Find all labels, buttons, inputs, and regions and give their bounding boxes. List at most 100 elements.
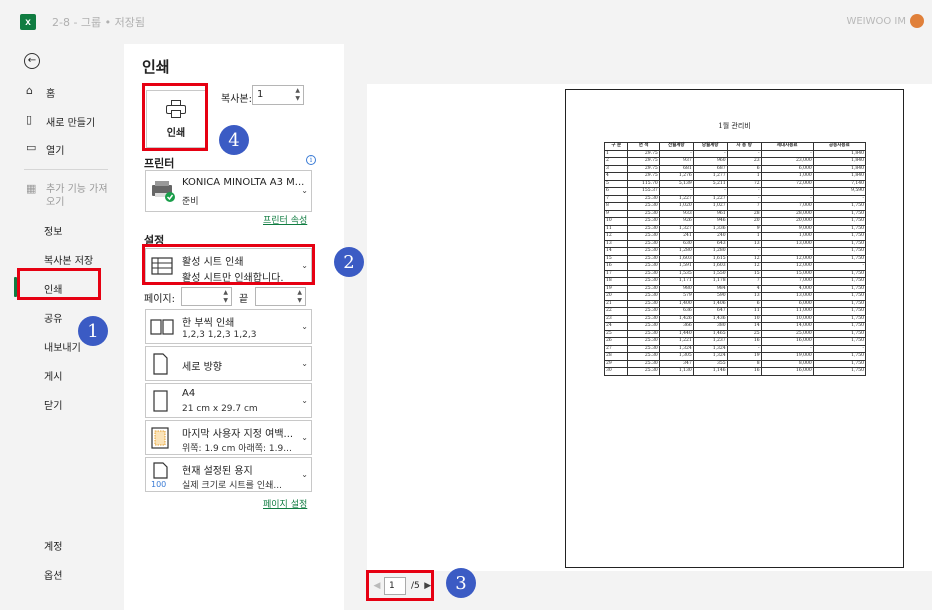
sidebar-item-share[interactable]: 공유 <box>44 310 62 325</box>
table-cell: 29.75 <box>627 172 660 181</box>
step-badge-4: 4 <box>219 125 249 155</box>
table-cell: 1,277 <box>692 172 728 181</box>
table-row: 14 25.30 1,280 1,280- -1,750 <box>603 247 867 256</box>
paper-size-icon <box>153 389 168 412</box>
table-cell: 20,000 <box>760 217 814 226</box>
sidebar-item-export[interactable]: 내보내기 <box>44 339 81 354</box>
print-what-dropdown[interactable]: 활성 시트 인쇄 활성 시트만 인쇄합니다. ⌄ <box>145 248 312 284</box>
collate-dropdown[interactable]: 한 부씩 인쇄 1,2,3 1,2,3 1,2,3 ⌄ <box>145 309 312 344</box>
table-cell: 1,305 <box>658 352 694 361</box>
addins-icon: ▦ <box>26 182 37 195</box>
table-cell: - <box>812 262 867 271</box>
table-cell: 1,324 <box>658 344 694 353</box>
table-cell: 1,750 <box>812 337 867 346</box>
table-cell: 590 <box>692 292 728 301</box>
current-page-input[interactable]: 1 <box>384 577 406 595</box>
paper-size-dropdown[interactable]: A4 21 cm x 29.7 cm ⌄ <box>145 383 312 418</box>
table-cell: 29.75 <box>627 164 660 173</box>
spin-arrows-icon[interactable]: ▲ ▼ <box>223 289 228 305</box>
spin-arrows-icon[interactable]: ▲ ▼ <box>297 289 302 305</box>
user-account[interactable]: WEIWOO IM <box>846 14 924 28</box>
sidebar-item-label: 홈 <box>46 89 56 100</box>
table-cell: 643 <box>692 239 728 248</box>
prev-page-icon[interactable]: ◀ <box>372 581 382 591</box>
excel-app-icon: x <box>20 14 36 30</box>
table-cell: 155.37 <box>627 187 660 196</box>
table-row: 21 25.30 1,400 1,406 6 6,000 1,750 <box>603 299 867 308</box>
table-cell: 10 <box>603 217 629 226</box>
sidebar-item-print[interactable]: 인쇄 <box>44 281 62 296</box>
table-cell: 16 <box>603 262 629 271</box>
table-cell: 19 <box>726 352 762 361</box>
margins-dropdown[interactable]: 마지막 사용자 지정 여백... 위쪽: 1.9 cm 아래쪽: 1.9... … <box>145 420 312 455</box>
printer-device-icon <box>152 181 175 202</box>
sidebar-item-open[interactable]: ▭ 열기 <box>26 141 64 158</box>
table-cell: 4,000 <box>760 284 814 293</box>
info-icon[interactable]: i <box>306 155 316 165</box>
table-cell: 25.30 <box>627 254 660 263</box>
table-cell: 23 <box>603 314 629 323</box>
folder-icon: ▭ <box>26 141 37 154</box>
print-button[interactable]: 인쇄 <box>146 90 206 148</box>
table-cell: 1,840 <box>812 164 867 173</box>
page-to-input[interactable]: ▲ ▼ <box>255 287 306 306</box>
table-cell: 241 <box>658 232 694 241</box>
table-cell: 19 <box>603 284 629 293</box>
table-cell: 25.30 <box>627 239 660 248</box>
page-from-input[interactable]: ▲ ▼ <box>181 287 232 306</box>
table-cell: 1,840 <box>812 149 867 158</box>
printer-dropdown[interactable]: KONICA MINOLTA A3 M... 준비 ⌄ <box>145 170 312 212</box>
printer-properties-link[interactable]: 프린터 속성 <box>263 213 307 226</box>
chevron-down-icon: ⌄ <box>301 261 308 270</box>
sidebar-item-account[interactable]: 계정 <box>44 538 62 553</box>
sidebar-item-save-copy[interactable]: 복사본 저장 <box>44 252 93 267</box>
next-page-icon[interactable]: ▶ <box>423 581 433 591</box>
table-cell: - <box>812 344 867 353</box>
table-cell: 6 <box>726 299 762 308</box>
copies-stepper[interactable]: 1 ▲ ▼ <box>252 85 304 105</box>
table-cell: 16 <box>726 367 762 376</box>
table-cell: - <box>760 194 814 203</box>
table-cell: 15 <box>603 254 629 263</box>
back-arrow-icon[interactable]: ← <box>24 53 40 69</box>
table-cell: 1,221 <box>658 337 694 346</box>
table-cell: 22 <box>603 307 629 316</box>
table-cell: 1,603 <box>658 254 694 263</box>
table-cell: 1,324 <box>692 352 728 361</box>
margins-desc: 위쪽: 1.9 cm 아래쪽: 1.9... <box>182 444 292 454</box>
table-cell: 19,000 <box>760 352 814 361</box>
table-cell: 1,400 <box>658 299 694 308</box>
sidebar-item-label: 새로 만들기 <box>46 118 96 129</box>
scaling-dropdown[interactable]: 100 현재 설정된 용지 실제 크기로 시트를 인쇄... ⌄ <box>145 457 312 492</box>
sidebar-item-info[interactable]: 정보 <box>44 223 62 238</box>
sidebar-item-home[interactable]: ⌂ 홈 <box>26 85 56 101</box>
sidebar-item-options[interactable]: 옵션 <box>44 567 62 582</box>
table-cell: 7,140 <box>812 179 867 188</box>
table-cell: 1,336 <box>692 224 728 233</box>
sidebar-item-close[interactable]: 닫기 <box>44 397 62 412</box>
table-cell: 1,327 <box>658 224 694 233</box>
table-cell: 1 <box>603 149 629 158</box>
table-cell: 961 <box>692 209 728 218</box>
page-setup-link[interactable]: 페이지 설정 <box>263 497 307 510</box>
spin-arrows-icon[interactable]: ▲ ▼ <box>295 87 300 103</box>
table-cell: 4 <box>726 284 762 293</box>
table-cell: 25.30 <box>627 232 660 241</box>
table-cell: 1,324 <box>692 344 728 353</box>
table-row: 15 25.30 1,603 1,615 12 12,000 1,750 <box>603 254 867 263</box>
table-cell: 1,750 <box>812 232 867 241</box>
table-row: 3 29.75 681 687 6 6,000 1,840 <box>603 164 867 173</box>
table-cell: 12 <box>726 262 762 271</box>
table-cell: 8,000 <box>760 359 814 368</box>
table-cell: 23,000 <box>760 157 814 166</box>
sidebar-item-publish[interactable]: 게시 <box>44 368 62 383</box>
table-cell: 380 <box>692 322 728 331</box>
table-cell: 1,465 <box>692 329 728 338</box>
table-cell: 9,000 <box>760 224 814 233</box>
table-row: 26 25.30 1,221 1,237 16 16,000 1,750 <box>603 337 867 346</box>
orientation-dropdown[interactable]: 세로 방향 ⌄ <box>145 346 312 381</box>
table-cell: 12,000 <box>760 262 814 271</box>
table-cell: 1,750 <box>812 277 867 286</box>
sidebar-item-new[interactable]: ▯ 새로 만들기 <box>26 114 96 130</box>
table-cell: 7 <box>726 277 762 286</box>
